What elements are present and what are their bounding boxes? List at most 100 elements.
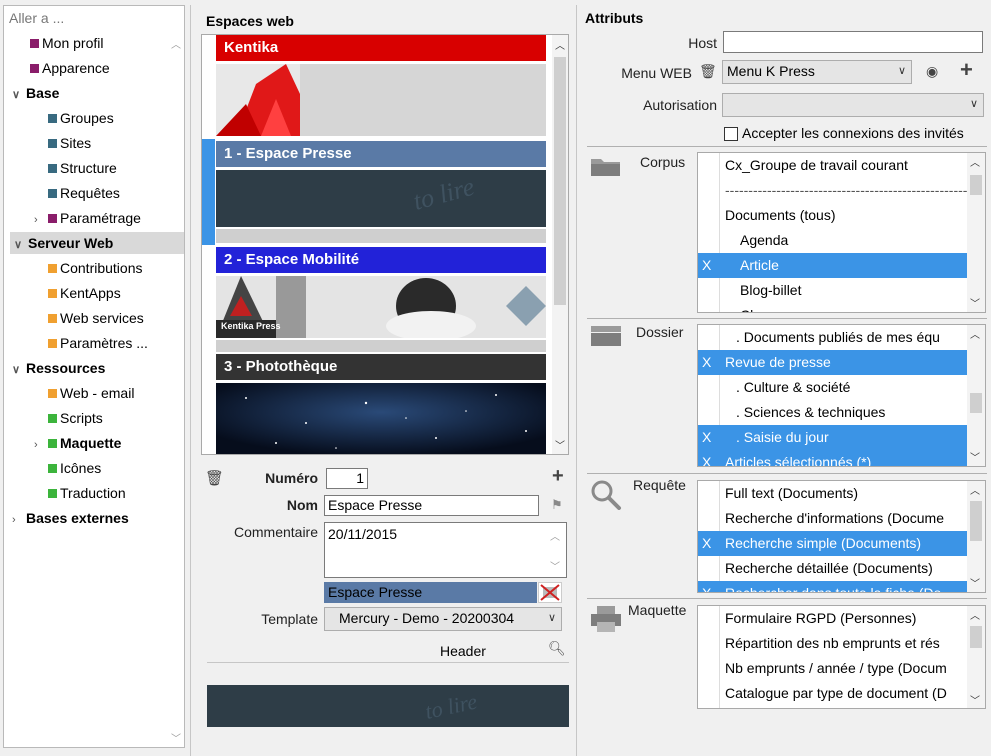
site-banner-espace-presse[interactable]: to lire (216, 170, 546, 227)
guest-checkbox[interactable] (724, 127, 738, 141)
nav-item-scripts[interactable]: Scripts (48, 407, 103, 429)
flag-icon[interactable]: ⚑ (551, 497, 563, 513)
scroll-down-icon[interactable]: ﹀ (970, 449, 980, 464)
maquette-scrollbar[interactable]: ︿ ﹀ (967, 606, 985, 708)
scroll-thumb[interactable] (970, 393, 982, 413)
list-item[interactable]: Agenda (698, 228, 968, 253)
no-image-icon[interactable] (538, 582, 562, 603)
scroll-down-icon[interactable]: ﹀ (550, 558, 560, 573)
scroll-down-icon[interactable]: ﹀ (970, 692, 980, 707)
list-item[interactable]: X Recherche simple (Documents) (698, 531, 968, 556)
nav-group-bases-externes[interactable]: › Bases externes (12, 507, 129, 529)
list-item[interactable]: Cx_Groupe de travail courant (698, 153, 968, 178)
list-item[interactable]: X Article (698, 253, 968, 278)
list-item[interactable]: X . Saisie du jour (698, 425, 968, 450)
chevron-right-icon[interactable]: › (34, 434, 48, 456)
trash-icon[interactable]: 🗑 (205, 469, 224, 487)
scroll-up-icon[interactable]: ︿ (550, 528, 560, 543)
sites-scrollbar[interactable]: ︿ ﹀ (552, 35, 568, 454)
scroll-thumb[interactable] (970, 501, 982, 541)
search-icon[interactable]: 🔍︎ (548, 640, 566, 657)
nav-item-kentapps[interactable]: KentApps (48, 282, 121, 304)
numero-field[interactable]: 1 (326, 468, 368, 489)
nav-item-contributions[interactable]: Contributions (48, 257, 143, 279)
commentaire-field[interactable]: 20/11/2015 (324, 522, 567, 578)
chevron-right-icon[interactable]: › (34, 209, 48, 231)
menu-web-select[interactable]: Menu K Press ∨ (722, 60, 912, 84)
scroll-down-icon[interactable]: ﹀ (970, 295, 980, 310)
scroll-down-icon[interactable]: ﹀ (970, 575, 980, 590)
nav-item-parametrage[interactable]: › Paramétrage (34, 207, 141, 229)
nav-item-requetes[interactable]: Requêtes (48, 182, 120, 204)
list-item[interactable]: Recherche détaillée (Documents) (698, 556, 968, 581)
scroll-thumb[interactable] (970, 175, 982, 195)
list-item[interactable]: . Sciences & techniques (698, 400, 968, 425)
list-item[interactable]: . Culture & société (698, 375, 968, 400)
list-item[interactable]: Catalogue par type de document (D (698, 681, 968, 706)
nav-group-serveur-web[interactable]: ∨ Serveur Web (10, 232, 184, 254)
list-item[interactable]: X Rechercher dans toute la fiche (Do (698, 581, 968, 592)
goto-search-input[interactable]: Aller a ... (6, 8, 182, 28)
list-item[interactable]: Documents (tous) (698, 203, 968, 228)
scroll-up-icon[interactable]: ︿ (555, 37, 565, 52)
nav-item-sites[interactable]: Sites (48, 132, 91, 154)
nav-group-base[interactable]: ∨ Base (12, 82, 59, 104)
scroll-down-icon[interactable]: ﹀ (171, 730, 181, 745)
scroll-up-icon[interactable]: ︿ (171, 36, 181, 51)
site-banner-kentika[interactable] (216, 64, 546, 136)
site-item-kentika[interactable]: Kentika (216, 35, 546, 61)
list-item[interactable]: Nb emprunts / année / type (Docum (698, 656, 968, 681)
nom-field[interactable]: Espace Presse (324, 495, 539, 516)
chevron-right-icon[interactable]: › (12, 509, 26, 531)
nav-item-web-email[interactable]: Web - email (48, 382, 134, 404)
eye-icon[interactable]: ◉ (926, 63, 938, 80)
list-item[interactable]: X Articles sélectionnés (*) (698, 450, 968, 466)
add-icon[interactable]: + (960, 57, 973, 83)
dossier-scrollbar[interactable]: ︿ ﹀ (967, 325, 985, 466)
header-preview[interactable]: to lire (207, 685, 569, 727)
nav-item-groupes[interactable]: Groupes (48, 107, 114, 129)
nav-group-ressources[interactable]: ∨ Ressources (12, 357, 105, 379)
scroll-down-icon[interactable]: ﹀ (555, 437, 565, 452)
site-item-espace-mobilite[interactable]: 2 - Espace Mobilité (216, 247, 546, 273)
list-item[interactable]: Blog-billet (698, 278, 968, 303)
list-item[interactable]: Répartition des nb emprunts et rés (698, 631, 968, 656)
nav-scrollbar[interactable]: ︿ ﹀ (169, 36, 183, 746)
nav-item-icones[interactable]: Icônes (48, 457, 101, 479)
scroll-thumb[interactable] (554, 57, 566, 305)
template-select[interactable]: Mercury - Demo - 20200304 ∨ (324, 607, 562, 631)
chevron-down-icon[interactable]: ∨ (14, 234, 28, 256)
nav-item-maquette[interactable]: › Maquette (34, 432, 121, 454)
scroll-up-icon[interactable]: ︿ (970, 326, 980, 341)
scroll-thumb[interactable] (970, 626, 982, 648)
panel-divider[interactable] (576, 5, 577, 756)
host-field[interactable] (723, 31, 983, 53)
list-item[interactable]: Formulaire RGPD (Personnes) (698, 606, 968, 631)
chevron-down-icon[interactable]: ∨ (12, 359, 26, 381)
list-item[interactable]: Classeur (698, 303, 968, 312)
site-item-phototheque[interactable]: 3 - Photothèque (216, 354, 546, 380)
nav-item-traduction[interactable]: Traduction (48, 482, 126, 504)
list-item[interactable]: X Revue de presse (698, 350, 968, 375)
list-item[interactable]: Recherche d'informations (Docume (698, 506, 968, 531)
panel-divider[interactable] (190, 5, 191, 756)
list-item[interactable]: ----------------------------------------… (698, 178, 968, 203)
requete-scrollbar[interactable]: ︿ ﹀ (967, 481, 985, 592)
nav-item-mon-profil[interactable]: Mon profil (30, 32, 103, 54)
site-item-espace-presse[interactable]: 1 - Espace Presse (216, 141, 546, 167)
site-banner-espace-mobilite[interactable]: Kentika Press (216, 276, 546, 338)
trash-icon[interactable]: 🗑 (699, 63, 717, 80)
nav-item-parametres[interactable]: Paramètres ... (48, 332, 148, 354)
chevron-down-icon[interactable]: ∨ (12, 84, 26, 106)
add-icon[interactable]: + (552, 465, 564, 488)
color-swatch[interactable]: Espace Presse (324, 582, 537, 603)
list-item[interactable]: . Documents publiés de mes équ (698, 325, 968, 350)
nav-item-apparence[interactable]: Apparence (30, 57, 110, 79)
corpus-scrollbar[interactable]: ︿ ﹀ (967, 153, 985, 312)
scroll-up-icon[interactable]: ︿ (970, 154, 980, 169)
autorisation-select[interactable]: ∨ (722, 93, 984, 117)
list-item[interactable]: Full text (Documents) (698, 481, 968, 506)
nav-item-structure[interactable]: Structure (48, 157, 117, 179)
site-banner-phototheque[interactable] (216, 383, 546, 454)
scroll-up-icon[interactable]: ︿ (970, 607, 980, 622)
